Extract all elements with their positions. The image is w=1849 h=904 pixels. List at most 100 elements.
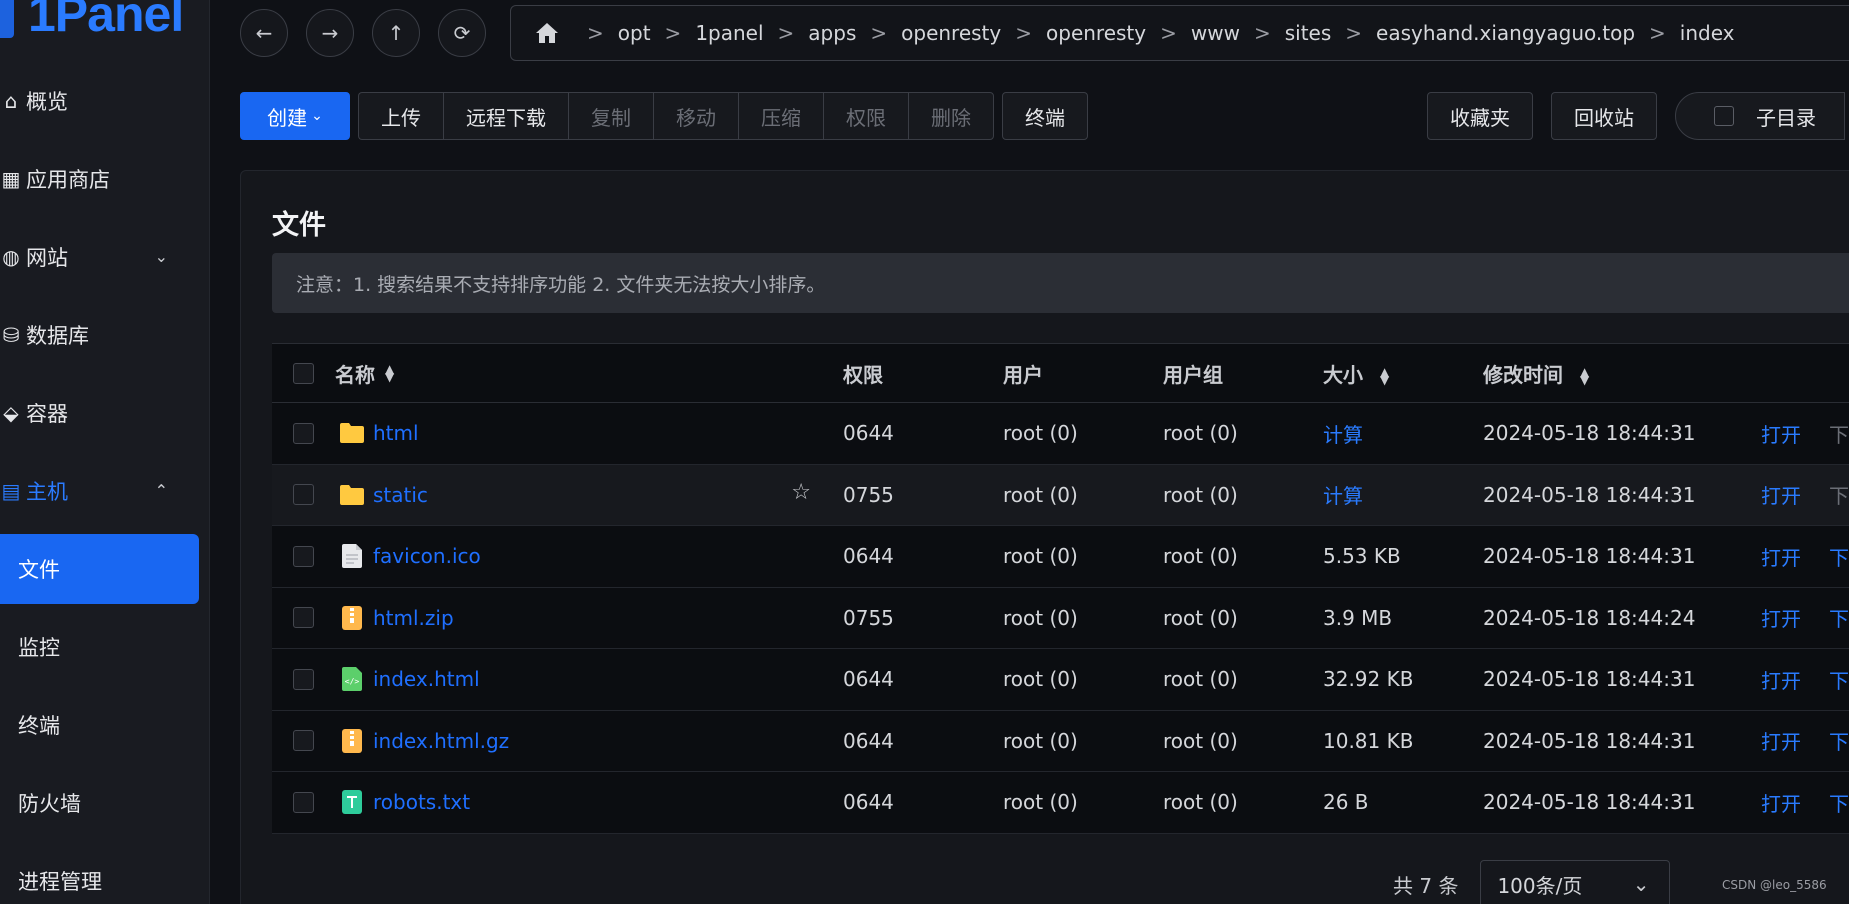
row-checkbox[interactable]: [293, 668, 314, 690]
sidebar-item[interactable]: ▦ 应用商店: [0, 140, 210, 218]
header-size[interactable]: 大小 ▲ ▼: [1323, 359, 1483, 388]
file-name-link[interactable]: index.html.gz: [373, 729, 509, 753]
header-mtime[interactable]: 修改时间 ▲ ▼: [1483, 359, 1761, 388]
download-link[interactable]: 下: [1829, 788, 1849, 817]
breadcrumb-segment[interactable]: easyhand.xiangyaguo.top: [1376, 21, 1635, 45]
sidebar-item[interactable]: ⌂ 概览: [0, 62, 210, 140]
file-name-link[interactable]: favicon.ico: [373, 544, 481, 568]
table-row: index.html.gz 0644 root (0) root (0) 10.81 K…: [272, 710, 1849, 772]
breadcrumb-segment[interactable]: opt: [618, 21, 651, 45]
toolbar-button[interactable]: 移动: [653, 92, 738, 140]
terminal-button[interactable]: 终端: [1002, 92, 1088, 140]
cell-user: root (0): [1003, 790, 1078, 815]
home-icon: ⌂: [4, 89, 18, 113]
toolbar-button[interactable]: 压缩: [738, 92, 823, 140]
compute-size-link[interactable]: 计算: [1323, 480, 1483, 509]
breadcrumb-segment[interactable]: sites: [1285, 21, 1332, 45]
download-link[interactable]: 下: [1829, 665, 1849, 694]
sidebar-item-label: 网站: [26, 246, 68, 270]
cell-group: root (0): [1163, 421, 1238, 446]
download-link[interactable]: 下: [1829, 603, 1849, 632]
row-checkbox[interactable]: [293, 484, 314, 506]
open-link[interactable]: 打开: [1761, 603, 1801, 632]
file-name-cell: </> index.html: [335, 666, 843, 692]
file-name-cell: robots.txt: [335, 789, 843, 815]
sidebar-item[interactable]: ▤ 主机 ⌃: [0, 452, 210, 530]
table-body: html 0644 root (0) root (0) 计算 2024-05-18 18:…: [272, 403, 1849, 834]
refresh-button[interactable]: ⟳: [438, 9, 486, 57]
sidebar-subitem[interactable]: 防火墙: [0, 764, 210, 842]
text-file-icon: [339, 789, 365, 815]
open-link[interactable]: 打开: [1761, 726, 1801, 755]
html-file-icon: </>: [339, 666, 365, 692]
cell-size: 5.53 KB: [1323, 544, 1401, 569]
open-link[interactable]: 打开: [1761, 665, 1801, 694]
open-link[interactable]: 打开: [1761, 419, 1801, 448]
sidebar-subitem[interactable]: 文件: [0, 534, 199, 604]
back-button[interactable]: ←: [240, 9, 288, 57]
star-icon[interactable]: ☆: [791, 480, 811, 505]
breadcrumb-segment[interactable]: 1panel: [695, 21, 763, 45]
sidebar-item[interactable]: ◍ 网站 ⌄: [0, 218, 210, 296]
toolbar-button[interactable]: 复制: [568, 92, 653, 140]
refresh-icon: ⟳: [453, 21, 471, 45]
sidebar-item[interactable]: ⛁ 数据库: [0, 296, 210, 374]
select-all-checkbox[interactable]: [293, 362, 314, 384]
table-header: 名称 ▲ ▼ 权限 用户 用户组 大小 ▲ ▼ 修改时间 ▲ ▼: [272, 343, 1849, 403]
breadcrumb-segment[interactable]: openresty: [901, 21, 1001, 45]
file-name-link[interactable]: html.zip: [373, 606, 454, 630]
recycle-bin-button[interactable]: 回收站: [1551, 92, 1657, 140]
cell-mtime: 2024-05-18 18:44:31: [1483, 667, 1696, 692]
page-title: 文件: [272, 210, 326, 241]
forward-button[interactable]: →: [306, 9, 354, 57]
breadcrumb-segment[interactable]: index: [1680, 21, 1735, 45]
file-name-link[interactable]: index.html: [373, 667, 480, 691]
breadcrumb-segment[interactable]: apps: [808, 21, 856, 45]
cell-mtime: 2024-05-18 18:44:31: [1483, 790, 1696, 815]
create-button[interactable]: 创建 ⌄: [240, 92, 350, 140]
favorites-button[interactable]: 收藏夹: [1427, 92, 1533, 140]
download-link[interactable]: 下: [1829, 419, 1849, 448]
cell-mtime: 2024-05-18 18:44:31: [1483, 544, 1696, 569]
toolbar-button[interactable]: 上传: [358, 92, 443, 140]
breadcrumb-separator: >: [1160, 21, 1177, 45]
open-link[interactable]: 打开: [1761, 480, 1801, 509]
file-name-link[interactable]: html: [373, 421, 419, 445]
file-name-link[interactable]: robots.txt: [373, 790, 470, 814]
page-size-select[interactable]: 100条/页 ⌄: [1480, 860, 1671, 904]
svg-text:</>: </>: [345, 677, 360, 686]
download-link[interactable]: 下: [1829, 726, 1849, 755]
breadcrumb-segment[interactable]: openresty: [1046, 21, 1146, 45]
row-checkbox[interactable]: [293, 730, 314, 752]
breadcrumb-separator: >: [1015, 21, 1033, 45]
sidebar-subitem[interactable]: 进程管理: [0, 842, 210, 904]
subdir-checkbox[interactable]: [1714, 106, 1734, 126]
header-name[interactable]: 名称 ▲ ▼: [335, 359, 843, 388]
file-name-link[interactable]: static: [373, 483, 428, 507]
download-link[interactable]: 下: [1829, 542, 1849, 571]
download-link[interactable]: 下: [1829, 480, 1849, 509]
toolbar-button[interactable]: 权限: [823, 92, 908, 140]
open-link[interactable]: 打开: [1761, 542, 1801, 571]
up-button[interactable]: ↑: [372, 9, 420, 57]
database-icon: ⛁: [2, 323, 20, 347]
sidebar-subitem[interactable]: 终端: [0, 686, 210, 764]
compute-size-link[interactable]: 计算: [1323, 419, 1483, 448]
row-checkbox[interactable]: [293, 791, 314, 813]
toolbar-button[interactable]: 远程下载: [443, 92, 568, 140]
row-checkbox[interactable]: [293, 545, 314, 567]
total-count: 共 7 条: [1393, 873, 1459, 898]
open-link[interactable]: 打开: [1761, 788, 1801, 817]
breadcrumb-segment[interactable]: www: [1191, 21, 1240, 45]
logo: 1Panel: [0, 0, 184, 44]
subdir-toggle[interactable]: 子目录: [1675, 92, 1845, 140]
home-icon[interactable]: [535, 22, 559, 44]
header-group: 用户组: [1163, 362, 1223, 387]
row-checkbox[interactable]: [293, 422, 314, 444]
toolbar-button[interactable]: 删除: [908, 92, 994, 140]
row-checkbox[interactable]: [293, 607, 314, 629]
sidebar-item[interactable]: ⬙ 容器: [0, 374, 210, 452]
archive-icon: [339, 728, 365, 754]
sidebar-subitem[interactable]: 监控: [0, 608, 210, 686]
chevron-down-icon: ⌄: [154, 247, 168, 266]
